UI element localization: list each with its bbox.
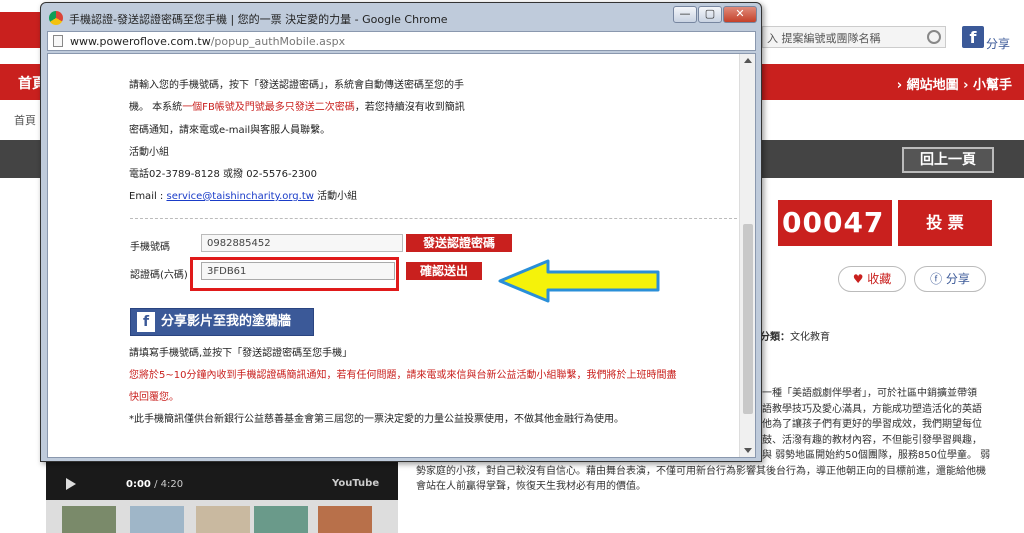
team-name: 活動小組 <box>129 147 169 158</box>
arrow-annotation-icon <box>498 259 660 303</box>
thumbnail[interactable] <box>254 506 308 533</box>
intro-line-1: 請輸入您的手機號碼，按下「發送認證密碼」，系統會自動傳送密碼至您的手 <box>129 80 464 91</box>
desc-line: 勢家庭的小孩，對自己較沒有自信心。藉由舞台表演，不僅可用新台行為影響其後台行為，… <box>416 465 986 477</box>
divider <box>130 218 742 219</box>
share-button[interactable]: ⓕ 分享 <box>914 266 986 292</box>
vote-unit: 票 <box>782 267 796 281</box>
scrollbar[interactable] <box>739 54 755 457</box>
site-logo[interactable] <box>0 12 40 48</box>
window-titlebar[interactable]: 手機認證-發送認證密碼至您手機 | 您的一票 決定愛的力量 - Google C… <box>45 7 665 29</box>
chrome-icon <box>49 11 63 25</box>
scrollbar-thumb[interactable] <box>743 224 753 414</box>
contact-email: Email : service@taishincharity.org.tw 活動… <box>129 187 357 202</box>
email-prefix: Email : <box>129 191 167 202</box>
window-title: 手機認證-發送認證密碼至您手機 | 您的一票 決定愛的力量 - Google C… <box>69 13 448 26</box>
favorite-button[interactable]: ♥ 收藏 <box>838 266 906 292</box>
thumbnail[interactable] <box>62 506 116 533</box>
site-search-placeholder: 入 提案編號或團隊名稱 <box>767 32 881 45</box>
popup-window: 手機認證-發送認證密碼至您手機 | 您的一票 決定愛的力量 - Google C… <box>40 2 762 462</box>
url-path: /popup_authMobile.aspx <box>210 35 346 48</box>
thumbnail-strip <box>46 500 398 533</box>
video-time: 0:00 / 4:20 <box>126 479 183 490</box>
url-host: www.poweroflove.com.tw <box>70 35 211 48</box>
scroll-up-icon[interactable] <box>744 58 752 63</box>
vote-counter: 00047 票 <box>778 200 892 281</box>
nav-sitemap-help[interactable]: › 網站地圖 › 小幫手 <box>897 74 1012 93</box>
page-icon <box>53 35 63 47</box>
vote-count: 00047 <box>782 206 885 239</box>
intro-line-2-red: 一個FB帳號及門號最多只發送二次密碼 <box>182 102 355 113</box>
video-time-total: / 4:20 <box>154 479 184 490</box>
send-code-button[interactable]: 發送認證密碼 <box>406 234 512 252</box>
url-text[interactable]: www.poweroflove.com.tw/popup_authMobile.… <box>70 35 345 48</box>
video-time-current: 0:00 <box>126 479 151 490</box>
minimize-button[interactable]: — <box>673 6 697 23</box>
video-player[interactable]: 0:00 / 4:20 YouTube <box>46 458 398 500</box>
facebook-icon: f <box>137 312 155 332</box>
scroll-down-icon[interactable] <box>744 448 752 453</box>
code-label: 認證碼(六碼) <box>130 270 188 281</box>
intro-line-3: 密碼通知，請來電或e-mail與客服人員聯繫。 <box>129 125 331 136</box>
fb-share-label: 分享影片至我的塗鴉牆 <box>161 314 292 329</box>
email-link[interactable]: service@taishincharity.org.tw <box>166 191 313 202</box>
thumbnail[interactable] <box>318 506 372 533</box>
maximize-button[interactable]: ▢ <box>698 6 722 23</box>
youtube-logo[interactable]: YouTube <box>332 478 379 489</box>
email-suffix: 活動小組 <box>313 191 358 202</box>
vote-button[interactable]: 投 票 <box>898 200 992 246</box>
facebook-icon[interactable]: f <box>962 26 984 48</box>
favorite-label: 收藏 <box>867 272 892 286</box>
notice-line-1: 您將於5~10分鐘內收到手機認證碼簡訊通知，若有任何問題，請來電或來信與台新公益… <box>129 370 677 381</box>
play-icon[interactable] <box>66 478 76 490</box>
mobile-input[interactable] <box>201 234 403 252</box>
vote-button-label: 投 票 <box>926 213 964 232</box>
mobile-label: 手機號碼 <box>130 242 170 253</box>
category-value: 文化教育 <box>790 332 830 343</box>
intro-line-2b: ，若您持續沒有收到簡訊 <box>354 102 465 113</box>
confirm-button[interactable]: 確認送出 <box>406 262 482 280</box>
site-search-input[interactable]: 入 提案編號或團隊名稱 <box>762 26 946 48</box>
header-share-label[interactable]: 分享 <box>986 35 1010 52</box>
thumbnail[interactable] <box>130 506 184 533</box>
fb-share-button[interactable]: f 分享影片至我的塗鴉牆 <box>130 308 314 336</box>
footnote: *此手機簡訊僅供台新銀行公益慈善基金會第三屆您的一票決定愛的力量公益投票使用，不… <box>129 414 624 425</box>
desc-line: 會站在人前贏得掌聲，恢復天生我材必有用的價值。 <box>416 481 646 492</box>
address-bar[interactable]: www.poweroflove.com.tw/popup_authMobile.… <box>47 31 756 51</box>
category: 分類：文化教育 <box>760 328 830 343</box>
search-icon[interactable] <box>927 30 941 44</box>
category-label: 分類： <box>760 332 790 343</box>
thumbnail[interactable] <box>196 506 250 533</box>
popup-content: 請輸入您的手機號碼，按下「發送認證密碼」，系統會自動傳送密碼至您的手 機。 本系… <box>47 53 756 458</box>
highlight-box <box>190 257 399 291</box>
back-button[interactable]: 回上一頁 <box>902 147 994 173</box>
intro-line-2: 機。 本系統一個FB帳號及門號最多只發送二次密碼，若您持續沒有收到簡訊 <box>129 98 465 113</box>
notice-line-2: 快回覆您。 <box>129 392 179 403</box>
intro-line-2a: 機。 本系統 <box>129 102 183 113</box>
close-button[interactable]: ✕ <box>723 6 757 23</box>
contact-phone: 電話02-3789-8128 或撥 02-5576-2300 <box>129 169 318 180</box>
hint-line: 請填寫手機號碼,並按下「發送認證密碼至您手機」 <box>129 348 353 359</box>
share-label: 分享 <box>945 272 970 286</box>
